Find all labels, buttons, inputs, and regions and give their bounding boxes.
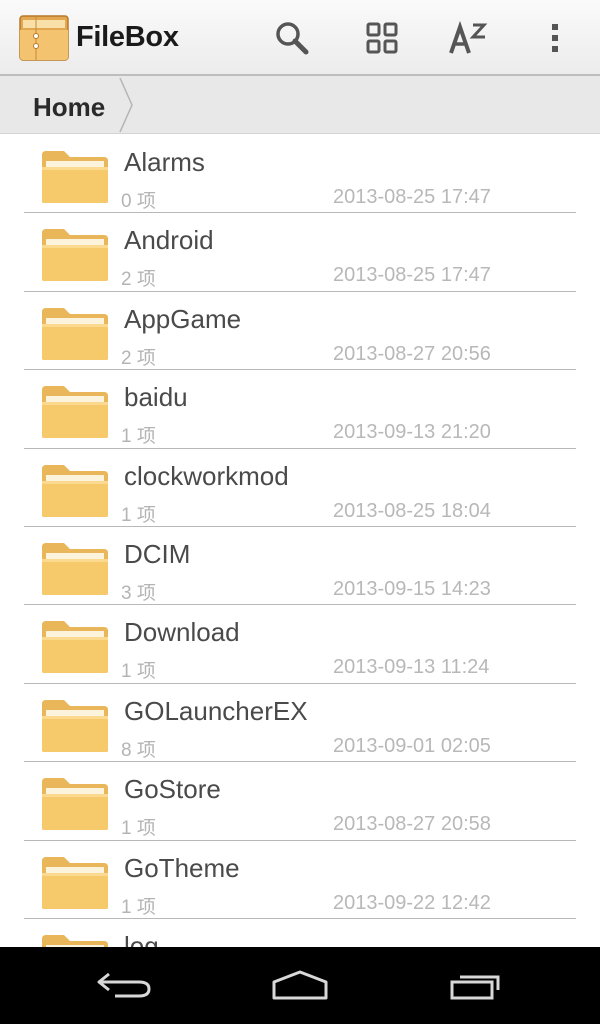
action-bar: FileBox (0, 0, 600, 76)
folder-icon (42, 464, 108, 517)
modified-date: 2013-08-27 20:56 (333, 342, 491, 365)
folder-icon (42, 307, 108, 360)
item-count: 3 项 (121, 582, 156, 604)
folder-name: baidu (124, 382, 188, 413)
system-nav-bar (0, 947, 600, 1024)
folder-name: Android (124, 225, 214, 256)
folder-name: DCIM (124, 538, 191, 569)
list-item[interactable]: Download 1 项 2013-09-13 11:24 (0, 605, 600, 684)
grid-view-icon (366, 22, 398, 54)
list-item[interactable]: baidu 1 项 2013-09-13 21:20 (0, 370, 600, 449)
list-item[interactable]: GoStore 1 项 2013-08-27 20:58 (0, 762, 600, 841)
file-list: Alarms 0 项 2013-08-25 17:47 Android 2 项 2013… (0, 135, 600, 947)
modified-date: 2013-08-25 17:47 (333, 186, 491, 208)
folder-icon (42, 151, 108, 203)
home-button[interactable] (260, 963, 340, 1007)
list-item[interactable]: AppGame 2 项 2013-08-27 20:56 (0, 292, 600, 371)
list-item[interactable]: Android 2 项 2013-08-25 17:47 (0, 213, 600, 292)
folder-icon (42, 934, 108, 947)
search-button[interactable] (268, 14, 316, 62)
folder-name: GOLauncherEX (124, 695, 308, 726)
item-count: 1 项 (121, 896, 156, 918)
folder-icon (42, 699, 108, 752)
sort-az-icon (449, 20, 488, 54)
folder-name: Alarms (124, 147, 205, 177)
modified-date: 2013-09-01 02:05 (333, 734, 491, 757)
grid-view-button[interactable] (358, 14, 406, 62)
item-count: 2 项 (121, 347, 156, 369)
app-title: FileBox (76, 21, 179, 53)
item-count: 1 项 (121, 504, 156, 526)
breadcrumb-home-label: Home (33, 92, 106, 122)
item-count: 1 项 (121, 818, 156, 840)
folder-icon (42, 229, 108, 282)
item-count: 8 项 (121, 739, 156, 761)
back-button[interactable] (85, 963, 165, 1007)
recent-apps-icon (450, 975, 500, 1000)
back-icon (97, 972, 151, 998)
filebox-logo-icon (19, 15, 69, 61)
home-icon (272, 970, 328, 1000)
search-icon (276, 22, 309, 55)
breadcrumb-separator-icon (119, 77, 133, 133)
folder-name: clockworkmod (124, 460, 289, 491)
item-count: 1 项 (121, 661, 156, 683)
list-item[interactable]: DCIM 3 项 2013-09-15 14:23 (0, 527, 600, 606)
breadcrumb-home[interactable]: Home (0, 76, 122, 134)
breadcrumb: Home (0, 76, 600, 134)
modified-date: 2013-09-13 11:24 (333, 656, 490, 679)
folder-icon (42, 856, 108, 909)
list-item[interactable]: Alarms 0 项 2013-08-25 17:47 (0, 135, 600, 214)
modified-date: 2013-08-25 17:47 (333, 264, 491, 287)
sort-button[interactable] (444, 14, 492, 62)
modified-date: 2013-09-13 21:20 (333, 421, 491, 444)
overflow-menu-button[interactable] (531, 14, 579, 62)
folder-name: AppGame (124, 303, 242, 334)
modified-date: 2013-08-25 18:04 (333, 499, 491, 522)
modified-date: 2013-08-27 20:58 (333, 813, 491, 836)
folder-name: log (124, 930, 159, 947)
folder-name: GoStore (124, 774, 221, 805)
folder-icon (42, 778, 108, 831)
item-count: 2 项 (121, 269, 156, 291)
folder-icon (42, 621, 108, 674)
modified-date: 2013-09-15 14:23 (333, 577, 491, 600)
recent-apps-button[interactable] (436, 963, 516, 1007)
list-item[interactable]: log (0, 919, 600, 947)
list-item[interactable]: GOLauncherEX 8 项 2013-09-01 02:05 (0, 684, 600, 763)
modified-date: 2013-09-22 12:42 (333, 891, 491, 914)
item-count: 1 项 (121, 426, 156, 448)
folder-name: Download (124, 617, 240, 648)
folder-icon (42, 542, 108, 595)
list-item[interactable]: GoTheme 1 项 2013-09-22 12:42 (0, 841, 600, 919)
item-count: 0 项 (121, 191, 156, 212)
folder-icon (42, 386, 108, 439)
list-item[interactable]: clockworkmod 1 项 2013-08-25 18:04 (0, 449, 600, 527)
overflow-menu-icon (552, 24, 558, 52)
folder-name: GoTheme (124, 852, 240, 883)
